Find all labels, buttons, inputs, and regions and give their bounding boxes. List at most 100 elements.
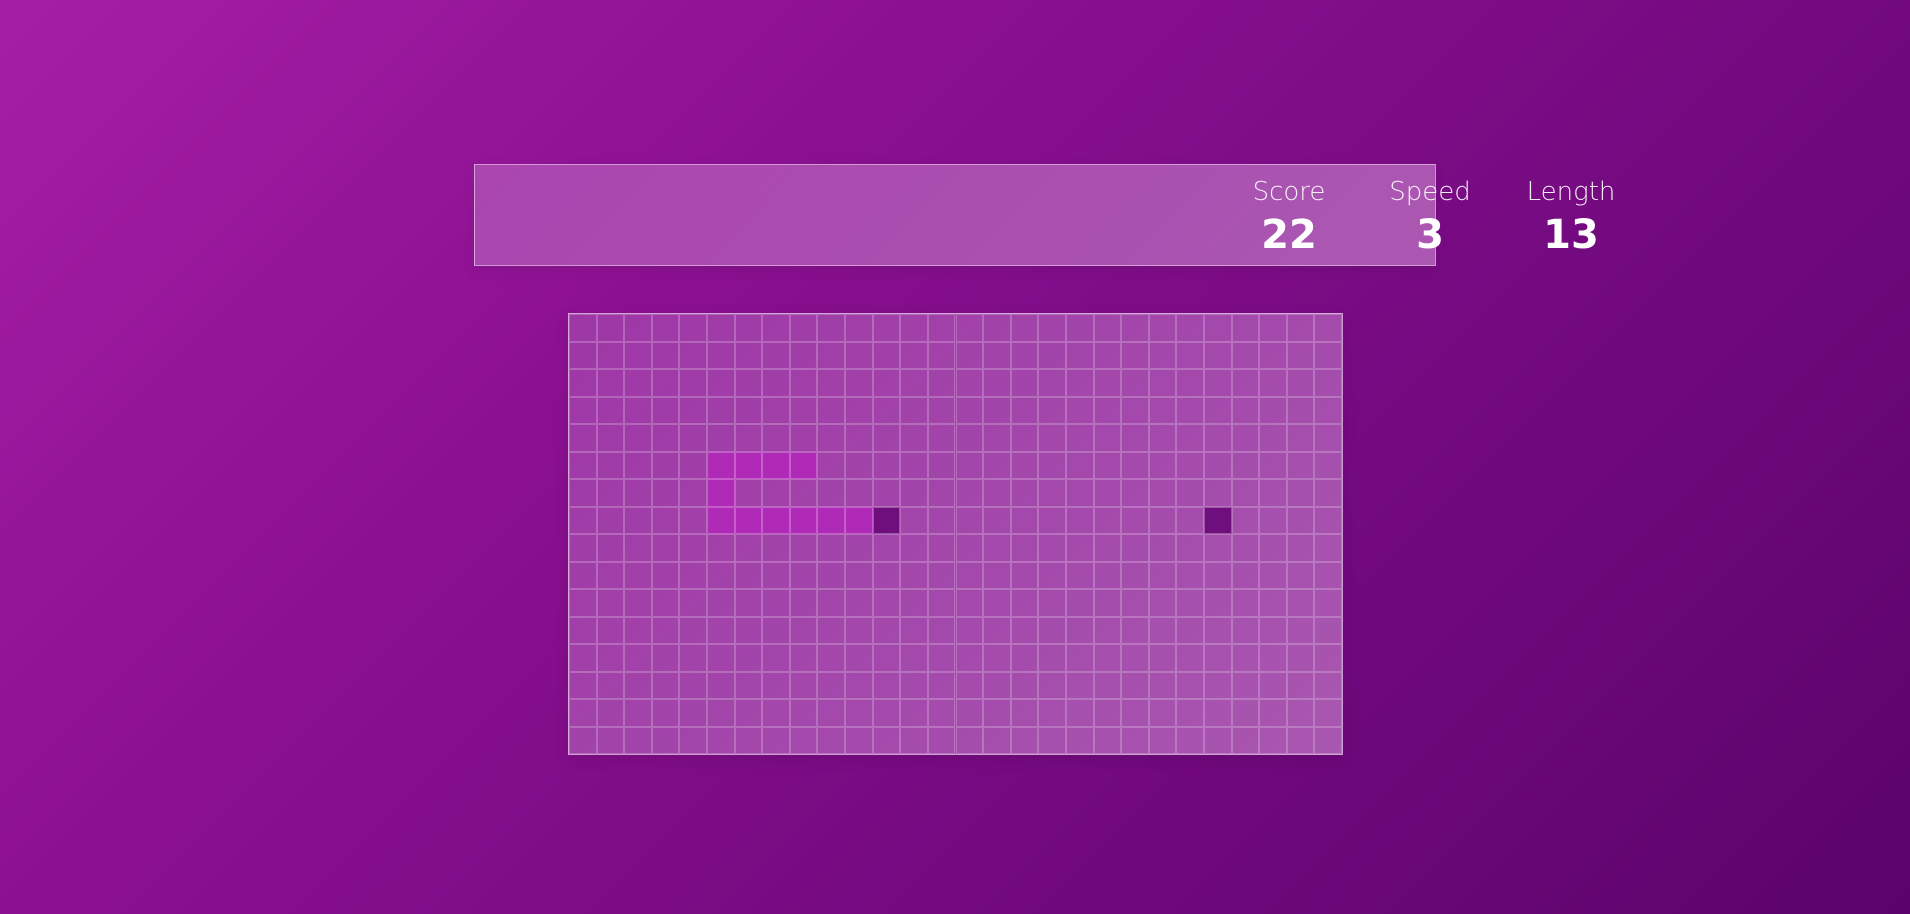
grid-cell <box>1203 534 1232 562</box>
grid-cell <box>1093 561 1122 589</box>
grid-cell <box>1176 341 1204 369</box>
grid-cell <box>872 424 901 452</box>
grid-cell <box>1038 341 1066 369</box>
snake-segment <box>845 506 873 534</box>
grid-cell <box>651 561 680 589</box>
grid-cell <box>1286 699 1315 727</box>
grid-cell <box>789 726 818 754</box>
grid-cell <box>872 451 901 479</box>
grid-cell <box>1010 534 1039 562</box>
grid-cell <box>900 451 928 479</box>
grid-cell <box>624 451 652 479</box>
grid-cell <box>679 726 708 754</box>
grid-cell <box>1314 616 1342 644</box>
grid-cell <box>569 671 597 699</box>
grid-cell <box>1148 561 1177 589</box>
grid-cell <box>983 589 1011 617</box>
grid-cell <box>762 424 790 452</box>
grid-cell <box>1231 726 1260 754</box>
grid-cell <box>707 424 735 452</box>
grid-cell <box>1121 616 1149 644</box>
grid-cell <box>707 396 735 424</box>
grid-cell <box>707 699 735 727</box>
grid-cell <box>1121 369 1149 397</box>
grid-cell <box>1065 699 1094 727</box>
grid-cell <box>817 644 846 672</box>
grid-cell <box>651 671 680 699</box>
grid-cell <box>1231 671 1260 699</box>
grid-cell <box>596 644 625 672</box>
grid-cell <box>651 424 680 452</box>
grid-cell <box>927 726 956 754</box>
grid-cell <box>1259 506 1287 534</box>
grid-cell <box>1148 616 1177 644</box>
grid-cell <box>1231 644 1260 672</box>
grid-cell <box>1065 671 1094 699</box>
grid-cell <box>1314 451 1342 479</box>
grid-cell <box>1093 396 1122 424</box>
grid-cell <box>707 369 735 397</box>
grid-cell <box>872 479 901 507</box>
grid-cell <box>1121 479 1149 507</box>
grid-cell <box>707 671 735 699</box>
grid-cell <box>900 699 928 727</box>
grid-cell <box>624 506 652 534</box>
snake-segment <box>762 506 790 534</box>
grid-cell <box>1176 671 1204 699</box>
grid-cell <box>624 369 652 397</box>
grid-cell <box>1259 479 1287 507</box>
grid-cell <box>1176 451 1204 479</box>
grid-cell <box>1148 424 1177 452</box>
grid-cell <box>1065 644 1094 672</box>
grid-cell <box>1231 314 1260 342</box>
grid-cell <box>1121 589 1149 617</box>
grid-cell <box>1286 506 1315 534</box>
length-value: 13 <box>1543 212 1599 258</box>
grid-cell <box>983 506 1011 534</box>
grid-cell <box>845 589 873 617</box>
grid-cell <box>596 396 625 424</box>
grid-cell <box>1148 479 1177 507</box>
grid-cell <box>651 479 680 507</box>
grid-cell <box>1038 451 1066 479</box>
grid-cell <box>1231 616 1260 644</box>
grid-cell <box>707 314 735 342</box>
grid-cell <box>1314 699 1342 727</box>
grid-cell <box>624 424 652 452</box>
grid-cell <box>845 424 873 452</box>
grid-cell <box>651 314 680 342</box>
grid-cell <box>927 699 956 727</box>
grid-cell <box>1203 314 1232 342</box>
grid-cell <box>624 561 652 589</box>
grid-cell <box>955 314 984 342</box>
grid-cell <box>624 616 652 644</box>
grid-cell <box>1148 589 1177 617</box>
grid-cell <box>679 451 708 479</box>
grid-cell <box>734 424 763 452</box>
grid-cell <box>707 726 735 754</box>
grid-cell <box>1065 726 1094 754</box>
grid-cell <box>789 561 818 589</box>
grid-cell <box>624 341 652 369</box>
grid-cell <box>1286 589 1315 617</box>
grid-cell <box>1259 589 1287 617</box>
grid-cell <box>1010 506 1039 534</box>
grid-cell <box>817 369 846 397</box>
grid-cell <box>596 424 625 452</box>
snake-segment <box>707 479 735 507</box>
grid-cell <box>762 534 790 562</box>
grid-cell <box>1148 369 1177 397</box>
grid-cell <box>845 451 873 479</box>
snake-segment <box>707 506 735 534</box>
grid-cell <box>789 644 818 672</box>
grid-cell <box>1259 616 1287 644</box>
grid-cell <box>845 699 873 727</box>
grid-cell <box>1065 616 1094 644</box>
game-board[interactable] <box>568 313 1343 755</box>
grid-cell <box>1010 589 1039 617</box>
grid-cell <box>762 479 790 507</box>
grid-cell <box>1093 451 1122 479</box>
grid-cell <box>983 396 1011 424</box>
grid-cell <box>1314 424 1342 452</box>
grid-cell <box>983 671 1011 699</box>
